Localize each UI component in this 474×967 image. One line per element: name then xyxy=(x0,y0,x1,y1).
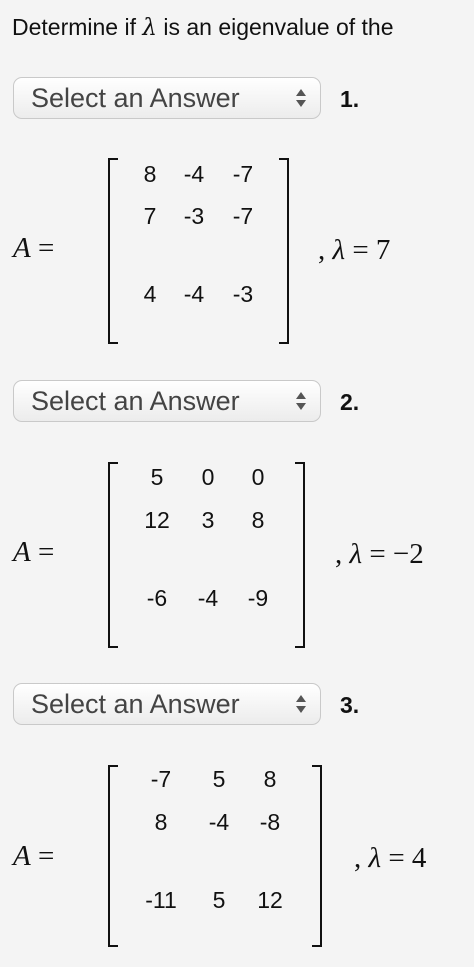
matrix-cell: -6 xyxy=(146,585,168,611)
up-down-chevron-icon xyxy=(296,695,306,713)
matrix-right-bracket xyxy=(312,765,322,947)
matrix-label-1: A = xyxy=(13,232,54,265)
matrix-variable: A xyxy=(13,536,31,568)
matrix-right-bracket xyxy=(295,462,305,648)
matrix-variable: A xyxy=(13,232,31,264)
matrix-cell: -7 xyxy=(232,161,254,187)
matrix-cell: -8 xyxy=(259,809,281,835)
matrix-cell: -4 xyxy=(197,585,219,611)
matrix-cell: -4 xyxy=(208,809,230,835)
matrix-label-2: A = xyxy=(13,536,54,569)
equals-sign: = xyxy=(30,840,55,872)
matrix-cell: 8 xyxy=(143,161,157,187)
matrix-cell: 7 xyxy=(143,203,157,229)
equals-sign: = xyxy=(30,232,55,264)
up-down-chevron-icon xyxy=(296,89,306,107)
matrix-cell: 0 xyxy=(201,464,215,490)
matrix-cell: 5 xyxy=(212,766,226,792)
select-value: Select an Answer xyxy=(31,385,240,416)
matrix-cell: 8 xyxy=(154,809,168,835)
matrix-cell: 8 xyxy=(251,507,265,533)
matrix-cell: 8 xyxy=(263,766,277,792)
matrix-left-bracket xyxy=(108,158,118,344)
equals-sign: = xyxy=(30,536,55,568)
lambda-prefix: , xyxy=(318,234,333,266)
answer-select-2[interactable]: Select an Answer xyxy=(13,380,321,422)
lambda-symbol: λ xyxy=(368,842,382,874)
matrix-cell: 12 xyxy=(144,507,170,533)
matrix-cell: -7 xyxy=(150,766,172,792)
matrix-cell: 4 xyxy=(143,281,157,307)
lambda-value: = −2 xyxy=(362,538,424,570)
lambda-equation-2: , λ = −2 xyxy=(335,538,424,571)
instruction-text: Determine if λ is an eigenvalue of the xyxy=(12,14,394,41)
answer-select-3[interactable]: Select an Answer xyxy=(13,683,321,725)
select-value: Select an Answer xyxy=(31,688,240,719)
matrix-cell: -9 xyxy=(247,585,269,611)
matrix-label-3: A = xyxy=(13,840,54,873)
lambda-symbol: λ xyxy=(349,538,363,570)
lambda-value: = 4 xyxy=(381,842,427,874)
matrix-cell: 5 xyxy=(150,464,164,490)
select-value: Select an Answer xyxy=(31,82,240,113)
lambda-value: = 7 xyxy=(345,234,391,266)
matrix-cell: 0 xyxy=(251,464,265,490)
matrix-cell: 3 xyxy=(201,507,215,533)
matrix-variable: A xyxy=(13,840,31,872)
lambda-prefix: , xyxy=(354,842,369,874)
answer-select-1[interactable]: Select an Answer xyxy=(13,77,321,119)
problem-number-2: 2. xyxy=(340,389,360,415)
instruction-prefix: Determine if xyxy=(12,14,143,40)
matrix-right-bracket xyxy=(279,158,289,344)
matrix-cell: -11 xyxy=(145,887,177,913)
matrix-cell: -3 xyxy=(232,281,254,307)
problem-number-1: 1. xyxy=(340,86,360,112)
matrix-left-bracket xyxy=(108,462,118,648)
matrix-left-bracket xyxy=(108,765,118,947)
matrix-cell: 5 xyxy=(212,887,226,913)
matrix-cell: -4 xyxy=(183,161,205,187)
lambda-prefix: , xyxy=(335,538,350,570)
matrix-cell: 12 xyxy=(257,887,283,913)
lambda-equation-1: , λ = 7 xyxy=(318,234,390,267)
lambda-symbol: λ xyxy=(142,15,157,41)
matrix-cell: -7 xyxy=(232,203,254,229)
problem-number-3: 3. xyxy=(340,692,360,718)
instruction-suffix: is an eigenvalue of the xyxy=(156,14,394,40)
matrix-cell: -3 xyxy=(183,203,205,229)
lambda-equation-3: , λ = 4 xyxy=(354,842,426,875)
matrix-cell: -4 xyxy=(183,281,205,307)
lambda-symbol: λ xyxy=(332,234,346,266)
up-down-chevron-icon xyxy=(296,392,306,410)
